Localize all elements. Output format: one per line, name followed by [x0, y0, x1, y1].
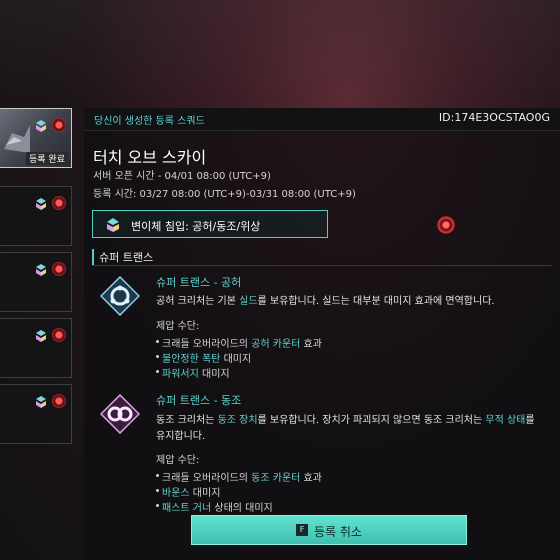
list-item: 크래들 오버라이드의 공허 카운터 효과 — [156, 335, 322, 350]
section-title: 슈퍼 트랜스 — [92, 249, 153, 265]
trait-name: 슈퍼 트랜스 - 공허 — [156, 276, 242, 289]
mutation-gem-icon — [107, 218, 119, 232]
mutation-label: 변이체 침입: 공허/동조/위상 — [131, 220, 261, 233]
panel-header: 당신이 생성한 등록 스쿼드 ID:174E3OCSTAO0G — [84, 108, 560, 131]
squad-item-3[interactable] — [0, 252, 72, 312]
list-item: 패스트 거너 상태의 대미지 — [156, 499, 273, 514]
status-badge: 등록 완료 — [26, 152, 68, 165]
mutation-gem-icon — [36, 264, 46, 276]
header-label: 당신이 생성한 등록 스쿼드 — [94, 116, 205, 127]
sync-trait-icon — [100, 394, 140, 434]
squad-item-5[interactable] — [0, 384, 72, 444]
spiral-icon — [52, 394, 66, 408]
mutation-gem-icon — [36, 198, 46, 210]
divider — [92, 265, 552, 266]
squad-item-4[interactable] — [0, 318, 72, 378]
list-item: 파워서지 대미지 — [156, 365, 230, 380]
register-time: 등록 시간: 03/27 08:00 (UTC+9)-03/31 08:00 (… — [93, 189, 356, 200]
trait-name: 슈퍼 트랜스 - 동조 — [156, 394, 242, 407]
key-hint-f: F — [296, 524, 308, 536]
mutation-gem-icon — [36, 120, 46, 132]
counter-label: 제압 수단: — [156, 321, 200, 332]
squad-detail-panel: 당신이 생성한 등록 스쿼드 ID:174E3OCSTAO0G 터치 오브 스카… — [84, 108, 560, 560]
spiral-icon — [52, 118, 66, 132]
trait-description: 동조 크리처는 동조 장치를 보유합니다. 장치가 파괴되지 않으면 동조 크리… — [156, 415, 535, 442]
background-art — [0, 0, 560, 105]
cancel-registration-button[interactable]: F 등록 취소 — [191, 515, 467, 545]
list-item: 크래들 오버라이드의 동조 카운터 효과 — [156, 469, 322, 484]
squad-item-2[interactable] — [0, 186, 72, 246]
void-trait-icon — [100, 276, 140, 316]
mutation-gem-icon — [36, 396, 46, 408]
spiral-icon — [52, 196, 66, 210]
squad-art-icon — [4, 125, 30, 153]
server-open-time: 서버 오픈 시간 - 04/01 08:00 (UTC+9) — [93, 171, 271, 182]
mutation-tag[interactable]: 변이체 침입: 공허/동조/위상 — [92, 210, 328, 238]
list-item: 바운스 대미지 — [155, 484, 220, 499]
counter-label: 제압 수단: — [156, 455, 200, 466]
cancel-registration-label: 등록 취소 — [314, 525, 362, 539]
spiral-icon[interactable] — [437, 216, 455, 234]
spiral-icon — [52, 262, 66, 276]
trait-description: 공허 크리처는 기본 실드를 보유합니다. 실드는 대부분 대미지 효과에 면역… — [156, 296, 495, 307]
spiral-icon — [52, 328, 66, 342]
squad-item-1[interactable]: 등록 완료 — [0, 108, 72, 168]
page-title: 터치 오브 스카이 — [93, 148, 207, 167]
list-item: 불안정한 폭탄 대미지 — [155, 350, 251, 365]
squad-id[interactable]: ID:174E3OCSTAO0G — [439, 111, 550, 124]
mutation-gem-icon — [36, 330, 46, 342]
